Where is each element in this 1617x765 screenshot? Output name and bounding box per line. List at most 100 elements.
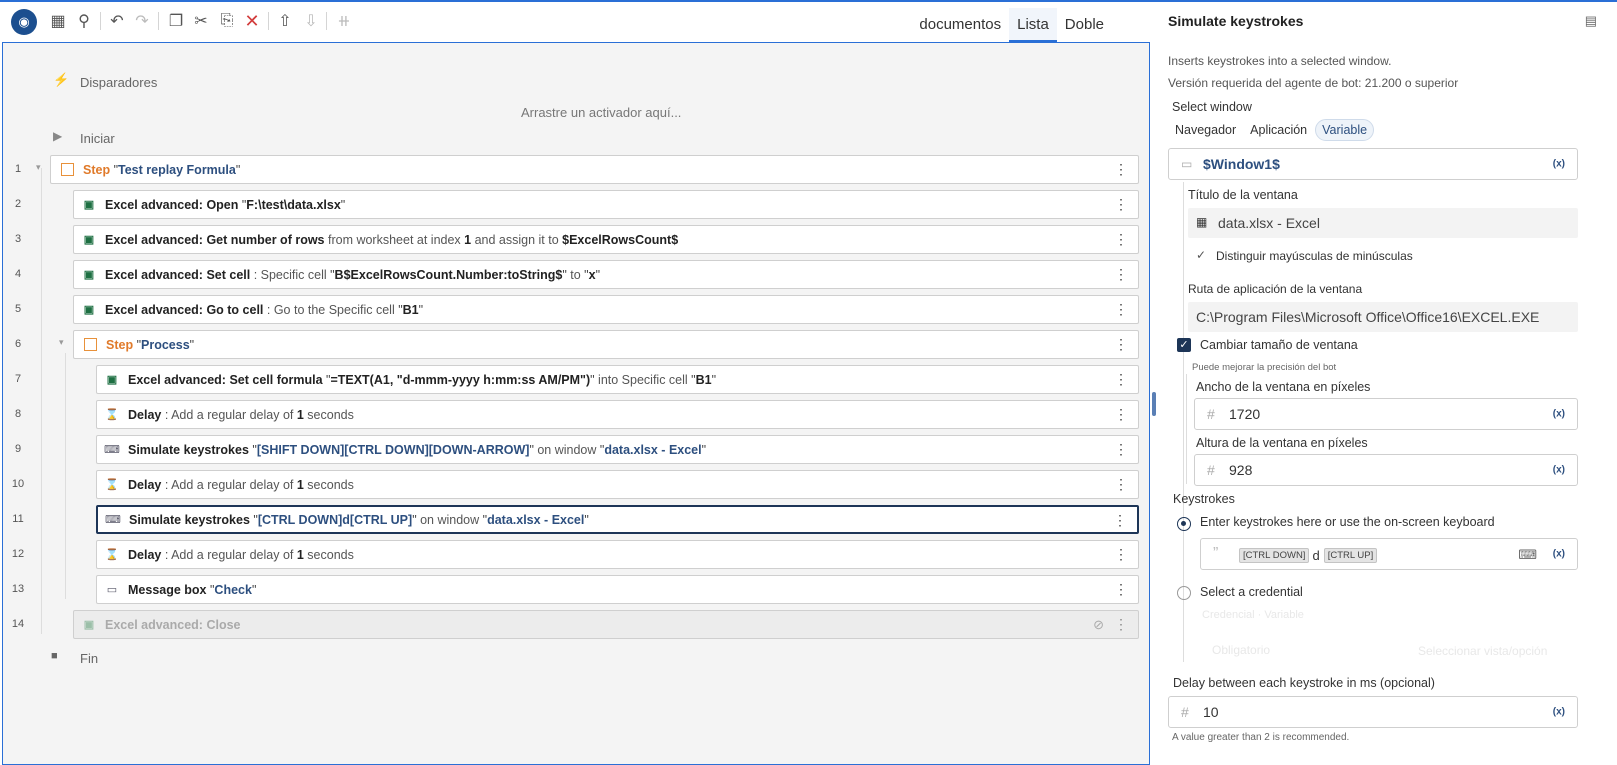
number-icon: # <box>1207 406 1215 422</box>
variable-insert-icon[interactable]: (x) <box>1553 465 1565 476</box>
more-options-icon[interactable]: ⋮ <box>1114 476 1128 492</box>
more-options-icon[interactable]: ⋮ <box>1114 196 1128 212</box>
more-options-icon[interactable]: ⋮ <box>1114 371 1128 387</box>
window-variable-field[interactable]: ▭ $Window1$ (x) <box>1168 148 1578 180</box>
option-aplicacion[interactable]: Aplicación <box>1244 120 1313 140</box>
more-options-icon[interactable]: ⋮ <box>1114 441 1128 457</box>
tab-lista[interactable]: Lista <box>1009 8 1057 42</box>
width-field[interactable]: # 1720 (x) <box>1194 398 1578 430</box>
delay-label: Delay between each keystroke in ms (opci… <box>1173 676 1435 690</box>
line-number: 13 <box>11 583 25 595</box>
variable-insert-icon[interactable]: (x) <box>1553 159 1565 170</box>
case-sensitive-label: Distinguir mayúsculas de minúsculas <box>1216 249 1413 263</box>
redo-icon[interactable]: ↷ <box>131 10 153 32</box>
window-title-field: ▦ data.xlsx - Excel <box>1188 208 1578 238</box>
undo-icon[interactable]: ↶ <box>106 10 128 32</box>
excel-icon: ▣ <box>83 304 95 316</box>
action-row[interactable]: ▣ Excel advanced: Set cell : Specific cel… <box>73 260 1139 289</box>
line-number: 3 <box>14 233 22 245</box>
excel-icon: ▣ <box>106 374 118 386</box>
select-credential-radio[interactable] <box>1177 586 1191 600</box>
option-variable[interactable]: Variable <box>1315 119 1375 141</box>
action-row[interactable]: ▣ Excel advanced: Go to cell : Go to the … <box>73 295 1139 324</box>
action-row[interactable]: ▭ Message box "Check" ⋮ <box>96 575 1139 604</box>
action-row[interactable]: ▣ Excel advanced: Get number of rows from… <box>73 225 1139 254</box>
excel-icon: ▣ <box>83 234 95 246</box>
action-text: Delay : Add a regular delay of 1 seconds <box>128 477 354 492</box>
keystrokes-value: [CTRL DOWN] d [CTRL UP] <box>1239 547 1380 565</box>
more-options-icon[interactable]: ⋮ <box>1114 616 1128 632</box>
action-row[interactable]: ⌨ Simulate keystrokes "[CTRL DOWN]d[CTRL … <box>96 505 1139 534</box>
collapse-toggle-icon[interactable]: ▾ <box>59 337 64 348</box>
panel-splitter[interactable] <box>1152 392 1156 416</box>
trigger-drop-zone[interactable]: Arrastre un activador aquí... <box>521 105 681 120</box>
action-row[interactable]: ⌛ Delay : Add a regular delay of 1 second… <box>96 540 1139 569</box>
more-options-icon[interactable]: ⋮ <box>1114 581 1128 597</box>
line-number: 12 <box>11 548 25 560</box>
search-icon[interactable]: ⚲ <box>73 10 95 32</box>
delay-icon: ⌛ <box>105 409 119 421</box>
tab-doble[interactable]: Doble <box>1057 8 1112 42</box>
delay-hint: A value greater than 2 is recommended. <box>1172 732 1350 743</box>
message-box-icon: ▭ <box>106 584 118 596</box>
more-options-icon[interactable]: ⋮ <box>1114 161 1128 177</box>
step-icon <box>61 163 74 176</box>
keyboard-icon: ⌨ <box>105 514 121 526</box>
action-row[interactable]: ⌨ Simulate keystrokes "[SHIFT DOWN][CTRL … <box>96 435 1139 464</box>
more-options-icon[interactable]: ⋮ <box>1114 266 1128 282</box>
action-text: Excel advanced: Set cell : Specific cell… <box>105 267 600 282</box>
variable-insert-icon[interactable]: (x) <box>1553 409 1565 420</box>
step-row[interactable]: Step "Process" ⋮ <box>73 330 1139 359</box>
more-options-icon[interactable]: ⋮ <box>1113 512 1127 528</box>
action-text: Delay : Add a regular delay of 1 seconds <box>128 547 354 562</box>
resize-window-checkbox[interactable]: ✓ <box>1177 338 1191 352</box>
export-icon[interactable]: ⇧ <box>274 10 296 32</box>
delete-icon[interactable]: ✕ <box>241 10 263 32</box>
variable-insert-icon[interactable]: (x) <box>1553 549 1565 560</box>
quote-icon: ” <box>1213 545 1219 562</box>
more-options-icon[interactable]: ⋮ <box>1114 406 1128 422</box>
variable-insert-icon[interactable]: (x) <box>1553 707 1565 718</box>
line-number: 11 <box>12 513 24 525</box>
action-text: Step "Test replay Formula" <box>83 162 241 177</box>
action-row[interactable]: ⌛ Delay : Add a regular delay of 1 second… <box>96 470 1139 499</box>
more-options-icon[interactable]: ⋮ <box>1114 546 1128 562</box>
action-text: Excel advanced: Set cell formula "=TEXT(… <box>128 372 717 387</box>
select-window-label: Select window <box>1172 100 1252 114</box>
document-icon[interactable]: ▤ <box>1585 13 1597 29</box>
properties-panel: Simulate keystrokes ▤ Inserts keystrokes… <box>1160 2 1617 765</box>
option-navegador[interactable]: Navegador <box>1169 120 1242 140</box>
tab-documentos[interactable]: documentos <box>911 8 1009 42</box>
record-icon[interactable]: ◉ <box>11 9 37 35</box>
action-row[interactable]: ▣ Excel advanced: Open "F:\test\data.xlsx… <box>73 190 1139 219</box>
delay-field[interactable]: # 10 (x) <box>1168 696 1578 728</box>
action-row[interactable]: ▣ Excel advanced: Close ⊘ ⋮ <box>73 610 1139 639</box>
action-text: Excel advanced: Go to cell : Go to the S… <box>105 302 424 317</box>
step-row[interactable]: Step "Test replay Formula" ⋮ <box>50 155 1139 184</box>
keyboard-icon[interactable]: ⌨ <box>1518 547 1537 563</box>
enter-keystrokes-radio[interactable] <box>1177 517 1191 531</box>
import-icon[interactable]: ⇩ <box>300 10 322 32</box>
flow-canvas: ⚡ Disparadores Arrastre un activador aqu… <box>2 42 1150 765</box>
action-row[interactable]: ▣ Excel advanced: Set cell formula "=TEXT… <box>96 365 1139 394</box>
start-label: Iniciar <box>80 131 115 146</box>
more-options-icon[interactable]: ⋮ <box>1114 231 1128 247</box>
number-icon: # <box>1207 462 1215 478</box>
resize-hint: Puede mejorar la precisión del bot <box>1192 362 1337 373</box>
action-text: Excel advanced: Close <box>105 617 241 632</box>
height-field[interactable]: # 928 (x) <box>1194 454 1578 486</box>
delay-icon: ⌛ <box>105 549 119 561</box>
action-row[interactable]: ⌛ Delay : Add a regular delay of 1 second… <box>96 400 1139 429</box>
window-icon: ▭ <box>1181 157 1193 171</box>
keystrokes-label: Keystrokes <box>1173 492 1235 506</box>
view-tabs: documentos Lista Doble <box>911 8 1112 42</box>
paste-icon[interactable]: ⎘ <box>216 10 238 32</box>
search-window-icon[interactable]: ▦ <box>47 10 69 32</box>
collapse-toggle-icon[interactable]: ▾ <box>36 162 41 173</box>
disable-icon[interactable]: ⧺ <box>333 10 355 32</box>
more-options-icon[interactable]: ⋮ <box>1114 336 1128 352</box>
more-options-icon[interactable]: ⋮ <box>1114 301 1128 317</box>
copy-icon[interactable]: ❐ <box>165 10 187 32</box>
cut-icon[interactable]: ✂ <box>190 10 212 32</box>
keystrokes-input[interactable]: ” [CTRL DOWN] d [CTRL UP] ⌨ (x) <box>1200 538 1578 570</box>
